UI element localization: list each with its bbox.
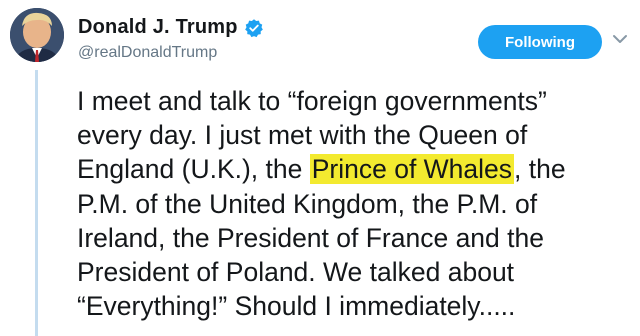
tweet-line: Ireland, the President of France and the	[77, 222, 544, 253]
tweet-line: President of Poland. We talked about	[77, 257, 515, 288]
tweet-line: I meet and talk to “foreign governments”	[77, 86, 547, 116]
author-name-row: Donald J. Trump	[78, 16, 264, 39]
thread-line	[35, 70, 38, 336]
verified-badge-icon	[244, 18, 264, 38]
display-name[interactable]: Donald J. Trump	[78, 16, 238, 39]
tweet-line: P.M. of the United Kingdom, the P.M. of	[77, 188, 538, 219]
chevron-down-icon[interactable]	[611, 30, 629, 48]
tweet-card: Donald J. Trump @realDonaldTrump Followi…	[0, 0, 640, 336]
tweet-line: “Everything!” Should I immediately.....	[77, 291, 516, 322]
tweet-line: England (U.K.), the Prince of Whales, th…	[77, 152, 637, 186]
following-button[interactable]: Following	[478, 25, 602, 59]
profile-photo-icon	[10, 8, 64, 62]
avatar[interactable]	[10, 8, 64, 62]
tweet-line-segment: , the	[514, 154, 566, 185]
tweet-line-segment: England (U.K.), the	[77, 154, 310, 185]
highlighted-phrase: Prince of Whales	[309, 154, 515, 185]
tweet-text: I meet and talk to “foreign governments”…	[77, 84, 637, 323]
author-handle[interactable]: @realDonaldTrump	[78, 44, 217, 62]
tweet-line: every day. I just met with the Queen of	[77, 120, 528, 151]
